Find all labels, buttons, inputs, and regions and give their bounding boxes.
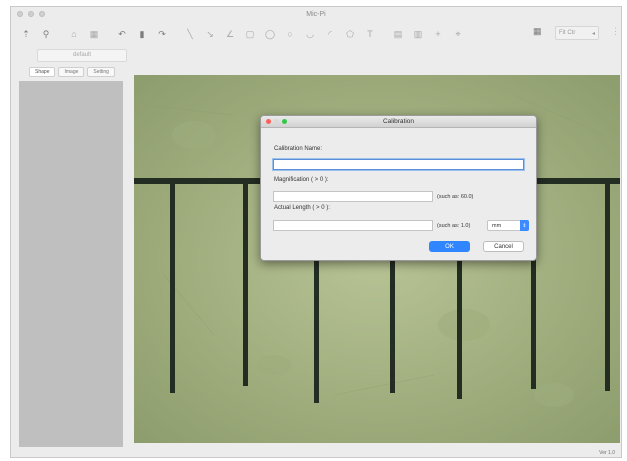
rectangle-icon[interactable]: ▢ <box>241 26 259 42</box>
actual-length-input[interactable] <box>273 220 433 231</box>
default-select-label: default <box>72 52 91 58</box>
trash-icon[interactable]: ▮ <box>133 26 151 42</box>
calibration-name-label: Calibration Name: <box>274 146 323 152</box>
ellipse-icon[interactable]: ◯ <box>261 26 279 42</box>
grid-icon[interactable]: ▦ <box>85 26 103 42</box>
dialog-minimize-button <box>274 119 279 124</box>
calibration-name-input[interactable] <box>273 159 524 170</box>
text-icon[interactable]: T <box>361 26 379 42</box>
zoom-arrow-icon: ◂ <box>591 30 595 37</box>
line-icon[interactable]: ╲ <box>181 26 199 42</box>
left-panel: Shape Image Setting <box>17 66 127 454</box>
panel-body <box>19 81 123 447</box>
dialog-close-button[interactable] <box>266 119 271 124</box>
chevron-updown-icon: ⇕ <box>520 220 529 231</box>
dialog-window-controls <box>266 119 287 124</box>
tab-image[interactable]: Image <box>58 67 85 77</box>
pin-icon[interactable]: ⚲ <box>37 26 55 42</box>
ok-button[interactable]: OK <box>429 241 470 252</box>
panel-tabs: Shape Image Setting <box>17 66 127 78</box>
version-label: Ver 1.0 <box>599 450 615 456</box>
panel-icon[interactable]: ▦ <box>533 26 542 37</box>
home-icon[interactable]: ⌂ <box>65 26 83 42</box>
zoom-select[interactable]: Fit Ctr ◂ <box>555 26 599 40</box>
cancel-button[interactable]: Cancel <box>483 241 524 252</box>
dialog-title: Calibration <box>382 118 415 125</box>
tab-setting[interactable]: Setting <box>87 67 115 77</box>
dialog-zoom-button[interactable] <box>282 119 287 124</box>
zoom-select-label: Fit Ctr <box>559 30 576 36</box>
unit-select[interactable]: mm ⇕ <box>487 220 529 231</box>
magnification-input[interactable] <box>273 191 433 202</box>
table-icon[interactable]: ▤ <box>389 26 407 42</box>
settings-icon[interactable]: ⋮ <box>611 26 620 37</box>
angle-icon[interactable]: ∠ <box>221 26 239 42</box>
minimize-window-button[interactable] <box>28 11 34 17</box>
actual-length-hint: (such as: 1.0) <box>437 223 471 229</box>
curve-icon[interactable]: ◡ <box>301 26 319 42</box>
dialog-title-bar: Calibration <box>261 116 536 128</box>
calibration-dialog: Calibration Calibration Name: Magnificat… <box>260 115 537 261</box>
sub-toolbar: default <box>11 47 621 63</box>
zoom-window-button[interactable] <box>39 11 45 17</box>
undo-icon[interactable]: ↶ <box>113 26 131 42</box>
unit-select-value: mm <box>492 222 502 229</box>
close-window-button[interactable] <box>17 11 23 17</box>
window-controls <box>17 11 45 17</box>
main-toolbar: ⇡ ⚲ ⌂ ▦ ↶ ▮ ↷ ╲ ↘ ∠ ▢ ◯ ○ ◡ ◜ ⬠ T ▤ ▥ + … <box>11 23 621 45</box>
polyline-icon[interactable]: ↘ <box>201 26 219 42</box>
pointer-icon[interactable]: ⇡ <box>17 26 35 42</box>
default-select[interactable]: default <box>37 48 127 62</box>
layout-icon[interactable]: ▥ <box>409 26 427 42</box>
circle-icon[interactable]: ○ <box>281 26 299 42</box>
title-bar: Mic-Pi <box>11 7 621 21</box>
polygon-icon[interactable]: ⬠ <box>341 26 359 42</box>
crosshair-icon[interactable]: ⌖ <box>449 26 467 42</box>
actual-length-label: Actual Length ( > 0 ): <box>274 205 330 211</box>
plus-icon[interactable]: + <box>429 26 447 42</box>
window-title: Mic-Pi <box>306 10 326 18</box>
redo-icon[interactable]: ↷ <box>153 26 171 42</box>
tab-shape[interactable]: Shape <box>29 67 56 77</box>
magnification-label: Magnification ( > 0 ): <box>274 177 329 183</box>
arc-icon[interactable]: ◜ <box>321 26 339 42</box>
magnification-hint: (such as: 60.0) <box>437 194 474 200</box>
